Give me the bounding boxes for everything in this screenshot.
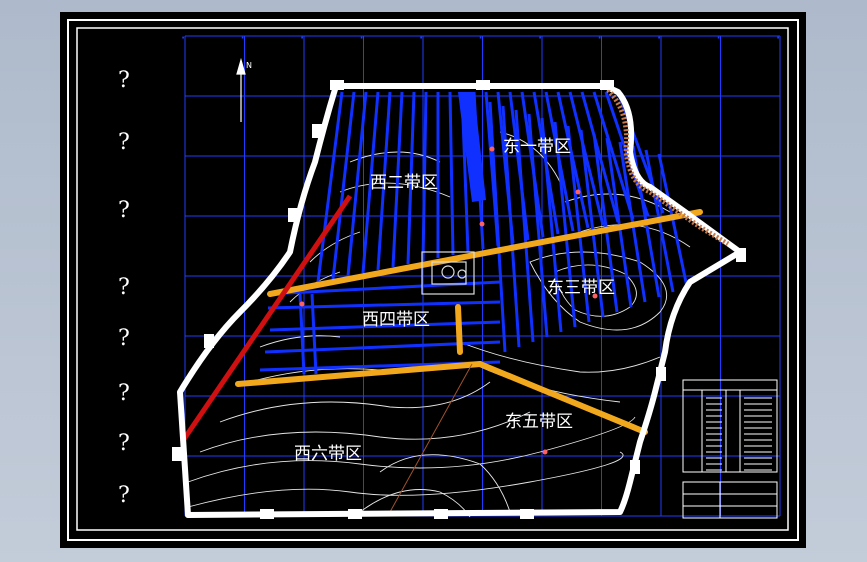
- north-arrow: [236, 57, 246, 122]
- legend-column-marks: ????????: [118, 68, 130, 508]
- fault-line: [179, 194, 353, 444]
- cad-drawing: · · · · · · · · · · · N ???????? 东一带区 西二…: [67, 19, 799, 541]
- zone-label-west-six: 西六带区: [294, 444, 362, 464]
- working-face-stripe: [316, 91, 344, 283]
- grid-tick-mark: ·: [777, 34, 779, 42]
- legend-column-mark: ?: [118, 326, 130, 351]
- grid-tick-mark: ·: [361, 34, 363, 42]
- zone-label-east-five: 东五带区: [505, 412, 573, 432]
- grid-tick-mark: ·: [242, 34, 244, 42]
- legend-column-mark: ?: [118, 483, 130, 508]
- legend-column-mark: ?: [118, 381, 130, 406]
- legend-column-mark: ?: [118, 198, 130, 223]
- grid-tick-mark: ·: [599, 34, 601, 42]
- survey-line: [389, 363, 473, 513]
- zone-label-east-one: 东一带区: [503, 137, 571, 157]
- legend-column-mark: ?: [118, 275, 130, 300]
- north-arrow-label: N: [246, 61, 252, 70]
- drawing-frame: · · · · · · · · · · · N ? ? ? ? ? ? ? ? …: [60, 12, 806, 548]
- legend-rows: [706, 397, 772, 471]
- legend-column-mark: ?: [118, 431, 130, 456]
- grid-tick-mark: ·: [718, 34, 720, 42]
- grid-tick-mark: ·: [480, 34, 482, 42]
- legend-column-mark: ?: [118, 130, 130, 155]
- title-block: [682, 481, 778, 519]
- grid-tick-mark: ·: [301, 34, 303, 42]
- boundary-markers: [172, 80, 746, 519]
- zone-label-west-four: 西四带区: [362, 310, 430, 330]
- zone-label-west-two: 西二带区: [370, 173, 438, 193]
- zone-label-east-three: 东三带区: [547, 278, 615, 298]
- working-face-stripe: [448, 91, 455, 256]
- main-shaft-roadway: [458, 92, 486, 202]
- legend-column-mark: ?: [118, 68, 130, 93]
- mine-boundary: [177, 83, 743, 518]
- grid-tick-mark: ·: [539, 34, 541, 42]
- grid-tick-mark: ·: [658, 34, 660, 42]
- grid-tick-mark: ·: [420, 34, 422, 42]
- grid-tick-mark: ·: [182, 34, 184, 42]
